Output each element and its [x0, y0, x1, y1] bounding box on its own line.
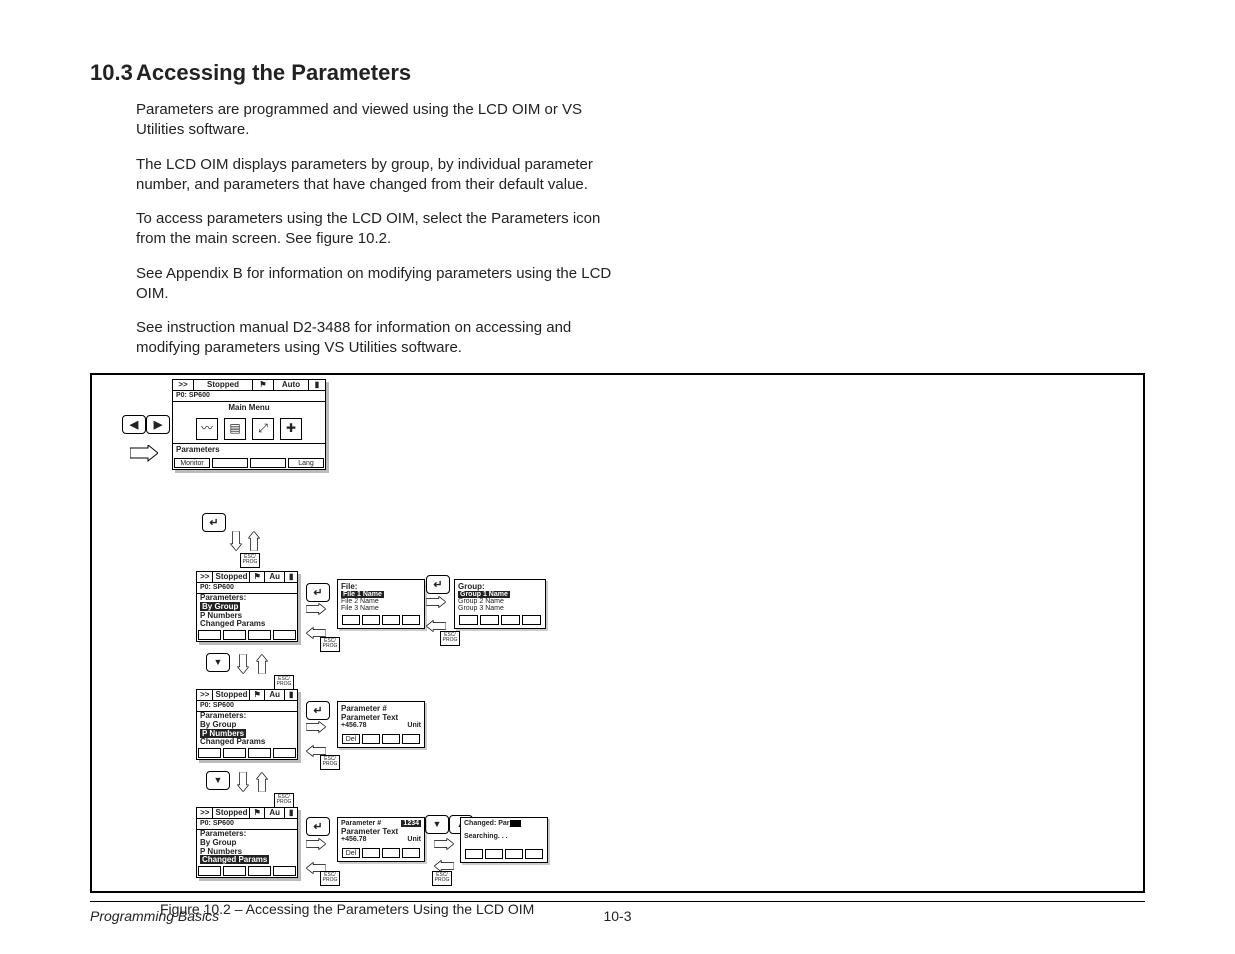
lcd-params-pnumbers: >>Stopped⚑Au▮ P0: SP600 Parameters: By G… [196, 689, 298, 761]
enter-key[interactable]: ↵ [426, 575, 450, 594]
body-text: Parameters are programmed and viewed usi… [136, 100, 616, 359]
right-arrow-icon [434, 838, 454, 853]
esc-prog-key[interactable]: ESC/ PROG [320, 637, 340, 652]
enter-key[interactable]: ↵ [202, 513, 226, 532]
right-arrow-icon [306, 838, 326, 853]
lcd-main-screen: >> Stopped ⚑ Auto ▮ P0: SP600 Main Menu … [172, 379, 326, 470]
lcd-parameter-view: Parameter # Parameter Text +456.78Unit D… [337, 701, 425, 748]
lcd-parameter-entry: Parameter #1234 Parameter Text +456.78Un… [337, 817, 425, 862]
lcd-params-changed: >>Stopped⚑Au▮ P0: SP600 Parameters: By G… [196, 807, 298, 879]
right-arrow-icon [426, 596, 446, 611]
down-key[interactable]: ▼ [206, 771, 230, 790]
left-arrow-icon [426, 616, 446, 631]
up-arrow-icon [256, 772, 271, 792]
section-heading: 10.3Accessing the Parameters [90, 60, 1145, 86]
lcd-params-bygroup: >>Stopped⚑Au▮ P0: SP600 Parameters: By G… [196, 571, 298, 643]
monitor-icon: 〰 [196, 418, 218, 440]
esc-prog-key[interactable]: ESC/ PROG [274, 793, 294, 808]
esc-prog-key[interactable]: ESC/ PROG [274, 675, 294, 690]
down-key[interactable]: ▼ [206, 653, 230, 672]
left-key[interactable]: ◀ [122, 415, 146, 434]
enter-key[interactable]: ↵ [306, 583, 330, 602]
enter-key[interactable]: ↵ [306, 817, 330, 836]
right-arrow-icon [306, 721, 326, 736]
down-key[interactable]: ▼ [425, 815, 449, 834]
add-icon: ✚ [280, 418, 302, 440]
alarm-icon: ⚑ [253, 380, 274, 391]
esc-prog-key[interactable]: ESC/ PROG [432, 871, 452, 886]
up-arrow-icon [248, 531, 263, 551]
esc-prog-key[interactable]: ESC/ PROG [320, 755, 340, 770]
lcd-group-list: Group: Group 1 Name Group 2 Name Group 3… [454, 579, 546, 629]
page-footer: Programming Basics 10-3 [90, 901, 1145, 924]
right-arrow-icon [306, 603, 326, 618]
esc-prog-key[interactable]: ESC/ PROG [320, 871, 340, 886]
down-arrow-icon [233, 654, 248, 674]
up-arrow-icon [256, 654, 271, 674]
lcd-changed-searching: Changed: Par___ Searching. . . [460, 817, 548, 863]
signal-icon: ▮ [309, 380, 325, 391]
diagnostics-icon: ⤢ [252, 418, 274, 440]
right-key[interactable]: ▶ [146, 415, 170, 434]
down-arrow-icon [226, 531, 241, 551]
down-arrow-icon [233, 772, 248, 792]
lcd-file-list: File: File 1 Name File 2 Name File 3 Nam… [337, 579, 425, 629]
left-arrow-icon [434, 856, 454, 871]
parameters-icon: ▤ [224, 418, 246, 440]
enter-key[interactable]: ↵ [306, 701, 330, 720]
figure-10-2: ◀ ▶ >> Stopped ⚑ Auto ▮ P0: SP600 Main M… [90, 373, 1145, 893]
esc-prog-key[interactable]: ESC/ PROG [440, 631, 460, 646]
nav-arrow-icon [130, 445, 158, 467]
esc-prog-key[interactable]: ESC/ PROG [240, 553, 260, 568]
